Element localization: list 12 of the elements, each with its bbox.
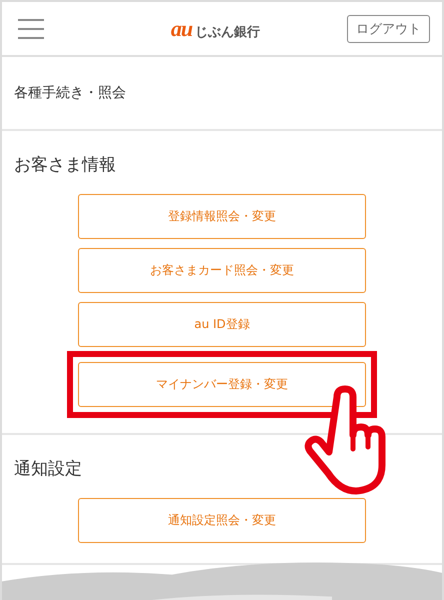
menu-button[interactable]: 通知設定照会・変更 <box>78 498 366 543</box>
section-heading: 通知設定 <box>14 458 83 480</box>
menu-button[interactable]: au ID登録 <box>78 302 366 347</box>
menu-button[interactable]: マイナンバー登録・変更 <box>78 362 366 407</box>
menu-button[interactable]: 登録情報照会・変更 <box>78 194 366 239</box>
page-title: 各種手続き・照会 <box>14 84 126 102</box>
logo-mark: au <box>170 16 192 42</box>
menu-icon[interactable] <box>18 18 44 40</box>
logo-name: じぶん銀行 <box>195 24 260 40</box>
menu-button[interactable]: お客さまカード照会・変更 <box>78 248 366 293</box>
section-heading: お客さま情報 <box>14 154 117 176</box>
logout-button[interactable]: ログアウト <box>347 14 430 42</box>
